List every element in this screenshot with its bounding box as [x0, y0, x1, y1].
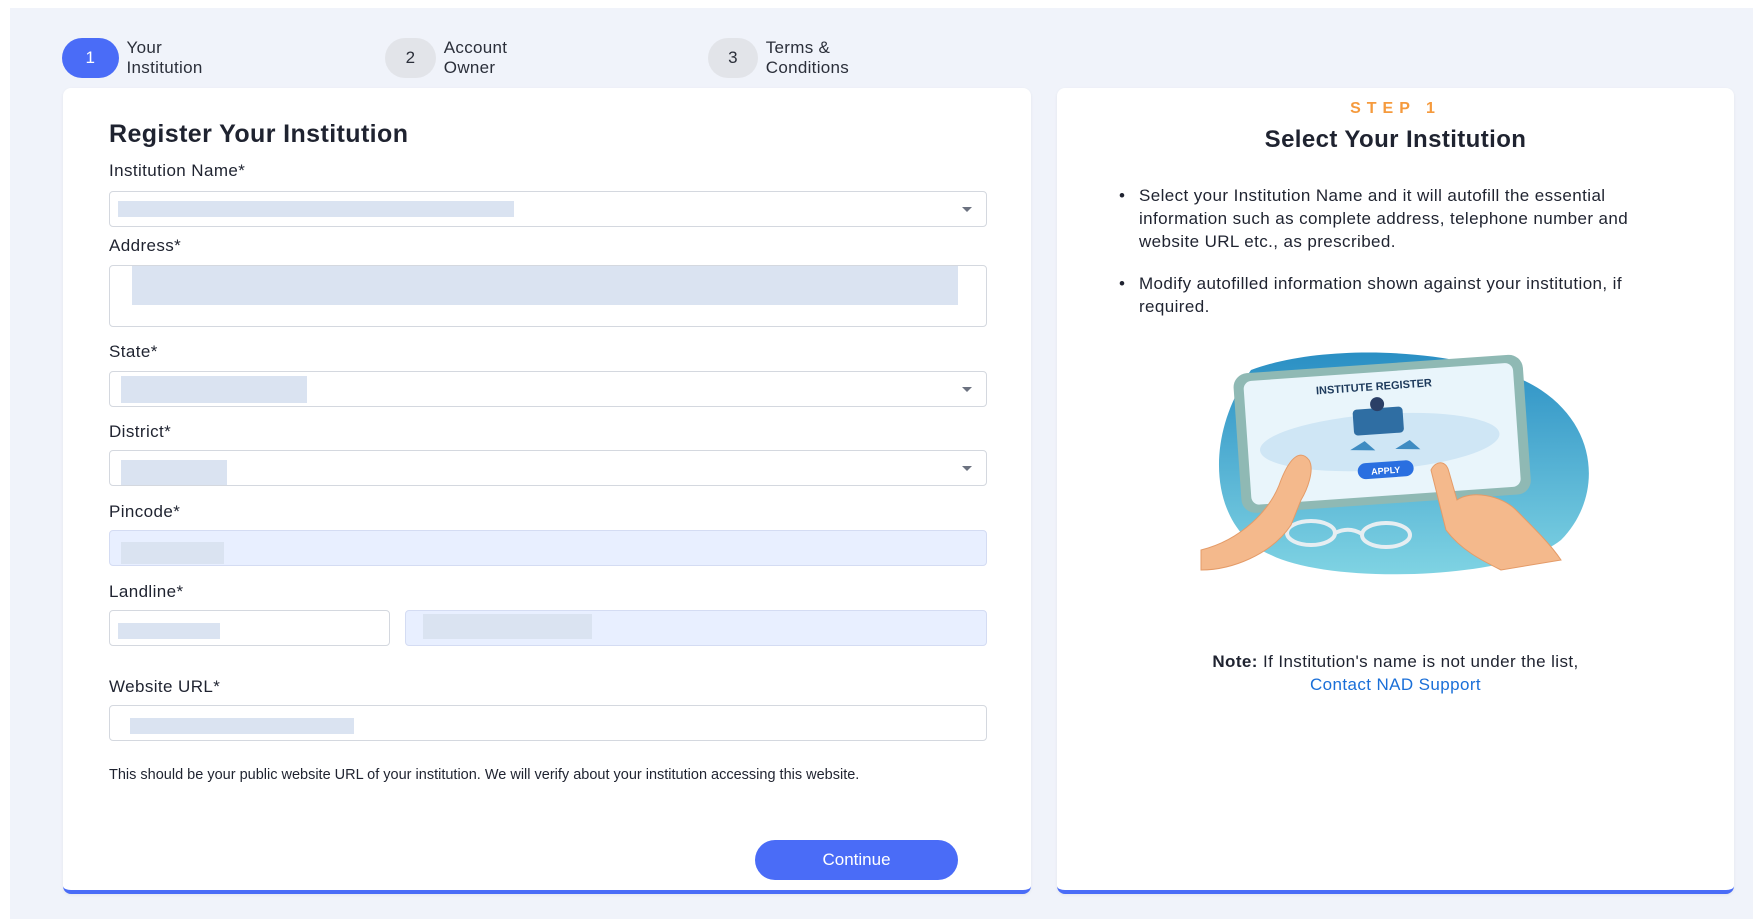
- registration-form-card: Register Your Institution Institution Na…: [63, 88, 1031, 894]
- institution-name-select[interactable]: [109, 191, 987, 227]
- address-textarea[interactable]: [109, 265, 987, 327]
- bullet-icon: •: [1119, 186, 1126, 205]
- contact-support-link[interactable]: Contact NAD Support: [1057, 673, 1734, 696]
- redacted-value: [121, 376, 307, 403]
- step-number: 2: [385, 38, 436, 78]
- step-account-owner[interactable]: 2 Account Owner: [385, 38, 529, 78]
- bullet-icon: •: [1119, 274, 1126, 293]
- district-select[interactable]: [109, 450, 987, 486]
- support-note: Note: If Institution's name is not under…: [1057, 650, 1734, 696]
- step-label: Account Owner: [443, 38, 508, 77]
- redacted-value: [132, 266, 958, 305]
- redacted-value: [121, 542, 224, 564]
- step-info-card: STEP 1 Select Your Institution • Select …: [1057, 88, 1734, 894]
- pincode-label: Pincode*: [109, 502, 181, 521]
- list-item: • Modify autofilled information shown ag…: [1115, 272, 1685, 318]
- apply-badge-label: APPLY: [1371, 465, 1401, 477]
- step-label: Your Institution: [126, 38, 203, 77]
- pincode-input[interactable]: [109, 530, 987, 566]
- list-item: • Select your Institution Name and it wi…: [1115, 184, 1685, 253]
- chevron-down-icon: [962, 207, 972, 212]
- list-item-text: Modify autofilled information shown agai…: [1139, 274, 1622, 316]
- redacted-value: [423, 614, 592, 639]
- note-text: If Institution's name is not under the l…: [1257, 652, 1579, 671]
- info-title: Select Your Institution: [1264, 126, 1527, 153]
- list-item-text: Select your Institution Name and it will…: [1139, 186, 1629, 251]
- state-select[interactable]: [109, 371, 987, 407]
- website-url-hint: This should be your public website URL o…: [109, 767, 860, 783]
- step-number: 1: [62, 38, 119, 78]
- landline-number-input[interactable]: [405, 610, 987, 646]
- redacted-value: [130, 718, 354, 734]
- landline-label: Landline*: [109, 582, 184, 601]
- chevron-down-icon: [962, 387, 972, 392]
- institution-name-label: Institution Name*: [109, 161, 246, 180]
- form-title: Register Your Institution: [109, 120, 409, 148]
- website-url-label: Website URL*: [109, 677, 221, 696]
- redacted-value: [121, 460, 227, 485]
- continue-button[interactable]: Continue: [755, 840, 958, 880]
- state-label: State*: [109, 342, 158, 361]
- step-your-institution[interactable]: 1 Your Institution: [62, 38, 218, 78]
- redacted-value: [118, 201, 514, 217]
- note-label: Note:: [1212, 652, 1258, 671]
- step-eyebrow: STEP 1: [1350, 100, 1441, 117]
- step-number: 3: [708, 38, 758, 78]
- redacted-value: [118, 623, 220, 639]
- district-label: District*: [109, 422, 172, 441]
- address-label: Address*: [109, 236, 182, 255]
- website-url-input[interactable]: [109, 705, 987, 741]
- tablet-register-illustration: INSTITUTE REGISTER APPLY: [1200, 352, 1589, 575]
- chevron-down-icon: [962, 466, 972, 471]
- step-label: Terms & Conditions: [765, 38, 850, 77]
- landline-std-code-input[interactable]: [109, 610, 390, 646]
- step-terms-conditions[interactable]: 3 Terms & Conditions: [708, 38, 871, 78]
- instruction-list: • Select your Institution Name and it wi…: [1115, 184, 1685, 337]
